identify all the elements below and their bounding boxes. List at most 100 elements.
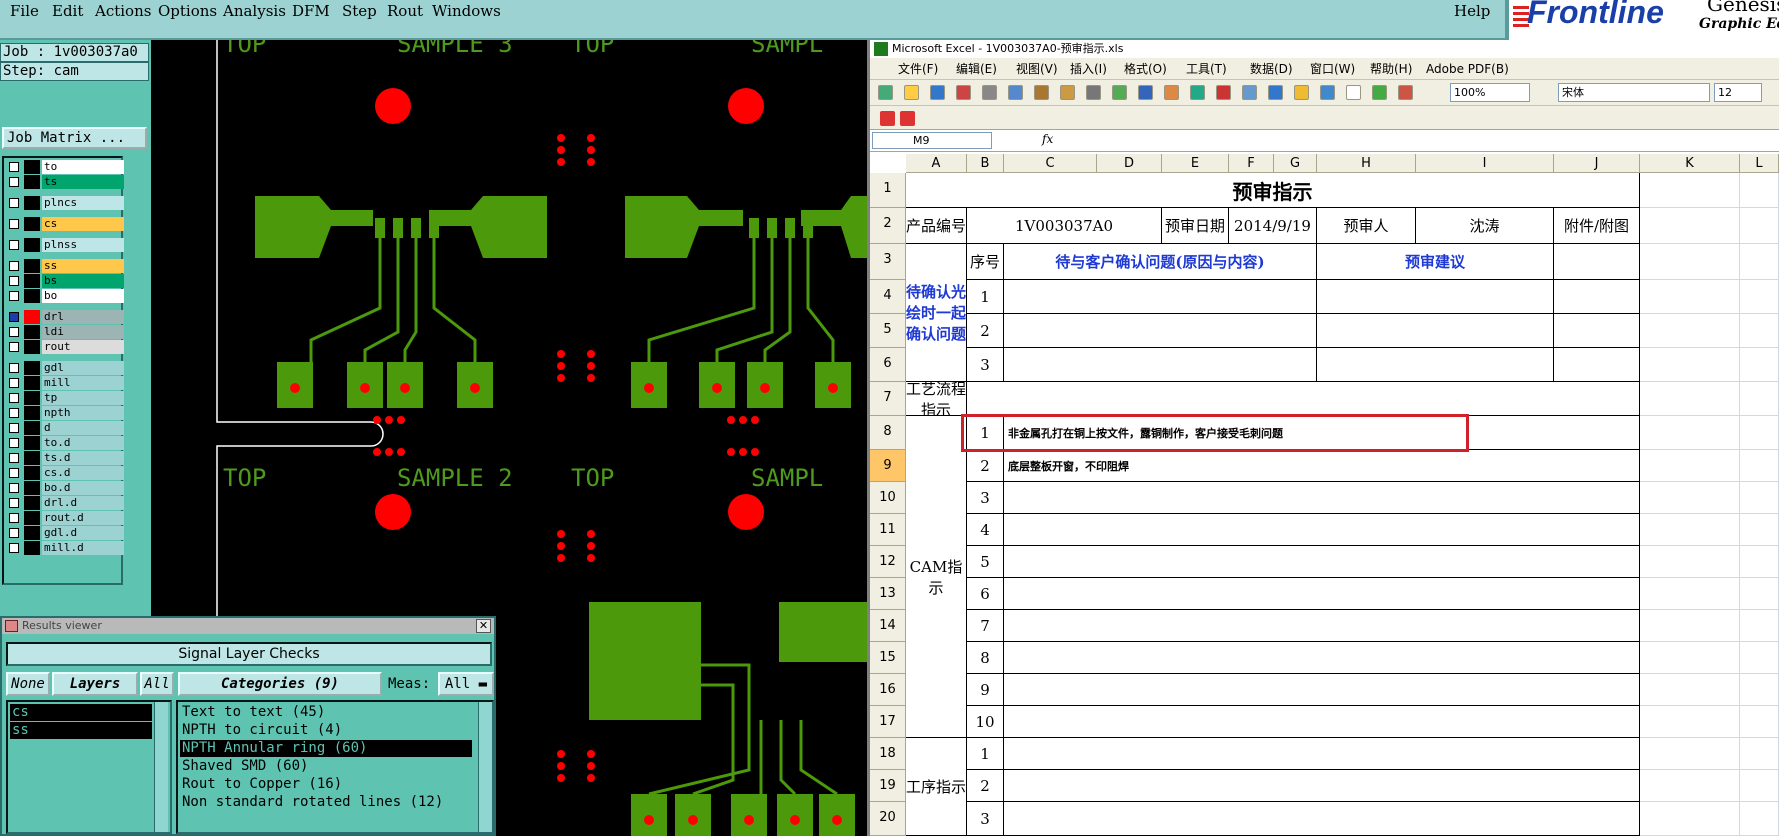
row-header[interactable]: 12 <box>870 546 906 578</box>
font-select[interactable]: 宋体 <box>1558 83 1710 102</box>
cam-seq-number[interactable]: 3 <box>967 482 1004 514</box>
toolbar-button-icon[interactable] <box>956 85 971 100</box>
layer-checkbox[interactable] <box>9 513 19 523</box>
row-header[interactable]: 1 <box>870 173 906 208</box>
date-label[interactable]: 预审日期 <box>1162 208 1229 244</box>
column-header[interactable]: L <box>1740 154 1779 173</box>
row-header[interactable]: 9 <box>870 450 906 482</box>
layer-row-bs[interactable]: bs <box>6 274 124 288</box>
category-item[interactable]: Non standard rotated lines (12) <box>180 794 443 811</box>
category-item[interactable]: Text to text (45) <box>180 704 325 721</box>
column-header[interactable]: E <box>1162 154 1229 173</box>
menu-step[interactable]: Step <box>342 2 377 20</box>
cam-section-label[interactable]: CAM指示 <box>906 416 967 738</box>
layer-row-ts-d[interactable]: ts.d <box>6 451 124 465</box>
layer-checkbox[interactable] <box>9 393 19 403</box>
spreadsheet-grid[interactable]: A B C D E F G H I J K L 1 2 3 4 5 6 7 8 9 10 11 12 13 14 15 16 17 18 1… <box>870 154 1779 836</box>
pdf-icon[interactable] <box>880 111 895 126</box>
process-label[interactable]: 工艺流程指示 <box>906 382 967 416</box>
seq-number[interactable]: 3 <box>967 348 1004 382</box>
layer-row-ldi[interactable]: ldi <box>6 325 124 339</box>
zoom-select[interactable]: 100% <box>1450 83 1530 102</box>
row-header[interactable]: 6 <box>870 348 906 382</box>
cam-note-cell[interactable] <box>1004 674 1640 706</box>
menu-options[interactable]: Options <box>158 2 217 20</box>
layer-row-drl[interactable]: drl <box>6 310 124 324</box>
layer-result-item[interactable]: cs <box>10 704 152 721</box>
menu-rout[interactable]: Rout <box>387 2 423 20</box>
row-header[interactable]: 19 <box>870 770 906 802</box>
layer-checkbox[interactable] <box>9 342 19 352</box>
row-header[interactable]: 13 <box>870 578 906 610</box>
layer-checkbox[interactable] <box>9 276 19 286</box>
row-header[interactable]: 11 <box>870 514 906 546</box>
cam-note-cell[interactable] <box>1004 482 1640 514</box>
row-header[interactable]: 17 <box>870 706 906 738</box>
none-button[interactable]: None <box>6 672 50 696</box>
suggest-header[interactable]: 预审建议 <box>1317 244 1554 280</box>
column-header[interactable]: B <box>967 154 1004 173</box>
layer-checkbox[interactable] <box>9 378 19 388</box>
toolbar-button-icon[interactable] <box>1060 85 1075 100</box>
toolbar-button-icon[interactable] <box>1008 85 1023 100</box>
attach-cell[interactable] <box>1554 244 1640 280</box>
excel-menu-item[interactable]: Adobe PDF(B) <box>1426 58 1509 80</box>
column-header[interactable]: H <box>1317 154 1416 173</box>
layer-results-list[interactable]: cs ss <box>6 700 172 834</box>
meas-select[interactable]: All ▬ <box>438 672 494 696</box>
layer-row-cs-d[interactable]: cs.d <box>6 466 124 480</box>
cam-note-cell[interactable] <box>1004 578 1640 610</box>
excel-menu-item[interactable]: 窗口(W) <box>1310 58 1355 80</box>
cam-note-cell[interactable] <box>1004 546 1640 578</box>
sheet-heading[interactable]: 预审指示 <box>906 173 1640 208</box>
layer-row-cs[interactable]: cs <box>6 217 124 231</box>
toolbar-button-icon[interactable] <box>904 85 919 100</box>
name-box[interactable]: M9 <box>872 132 992 149</box>
layer-checkbox[interactable] <box>9 468 19 478</box>
attachment-label[interactable]: 附件/附图 <box>1554 208 1640 244</box>
font-size-select[interactable]: 12 <box>1714 83 1762 102</box>
issue-header[interactable]: 待与客户确认问题(原因与内容) <box>1004 244 1317 280</box>
layer-row-plncs[interactable]: plncs <box>6 196 124 210</box>
menu-windows[interactable]: Windows <box>432 2 501 20</box>
confirm-section-label[interactable]: 待确认光绘时一起确认问题 <box>906 244 967 382</box>
layer-row-to-d[interactable]: to.d <box>6 436 124 450</box>
layer-row-ts[interactable]: ts <box>6 175 124 189</box>
column-header[interactable]: K <box>1640 154 1740 173</box>
op-seq-number[interactable]: 2 <box>967 770 1004 802</box>
suggest-cell[interactable] <box>1317 314 1554 348</box>
category-results-list[interactable]: Text to text (45) NPTH to circuit (4) NP… <box>176 700 494 834</box>
category-item[interactable]: NPTH to circuit (4) <box>180 722 342 739</box>
issue-cell[interactable] <box>1004 280 1317 314</box>
toolbar-button-icon[interactable] <box>1034 85 1049 100</box>
column-header[interactable]: G <box>1274 154 1317 173</box>
cam-note-cell[interactable] <box>1004 610 1640 642</box>
row-header[interactable]: 20 <box>870 802 906 836</box>
layer-row-d[interactable]: d <box>6 421 124 435</box>
layer-row-drl-d[interactable]: drl.d <box>6 496 124 510</box>
layer-checkbox[interactable] <box>9 438 19 448</box>
menu-edit[interactable]: Edit <box>52 2 83 20</box>
layer-checkbox[interactable] <box>9 312 19 322</box>
process-cell[interactable] <box>967 382 1640 416</box>
row-header[interactable]: 14 <box>870 610 906 642</box>
excel-menu-item[interactable]: 工具(T) <box>1186 58 1227 80</box>
issue-cell[interactable] <box>1004 314 1317 348</box>
cam-note-cell[interactable]: 底层整板开窗，不印阻焊 <box>1004 450 1640 482</box>
toolbar-button-icon[interactable] <box>1398 85 1413 100</box>
column-header[interactable]: C <box>1004 154 1097 173</box>
excel-menu-item[interactable]: 编辑(E) <box>956 58 997 80</box>
product-value[interactable]: 1V003037A0 <box>967 208 1162 244</box>
layer-checkbox[interactable] <box>9 528 19 538</box>
toolbar-button-icon[interactable] <box>1242 85 1257 100</box>
toolbar-button-icon[interactable] <box>930 85 945 100</box>
job-matrix-button[interactable]: Job Matrix ... <box>2 127 147 149</box>
layer-checkbox[interactable] <box>9 219 19 229</box>
cam-seq-number[interactable]: 9 <box>967 674 1004 706</box>
row-header[interactable]: 10 <box>870 482 906 514</box>
cam-seq-number[interactable]: 4 <box>967 514 1004 546</box>
seq-number[interactable]: 1 <box>967 280 1004 314</box>
layer-row-tp[interactable]: tp <box>6 391 124 405</box>
op-note-cell[interactable] <box>1004 738 1640 770</box>
row-header[interactable]: 15 <box>870 642 906 674</box>
